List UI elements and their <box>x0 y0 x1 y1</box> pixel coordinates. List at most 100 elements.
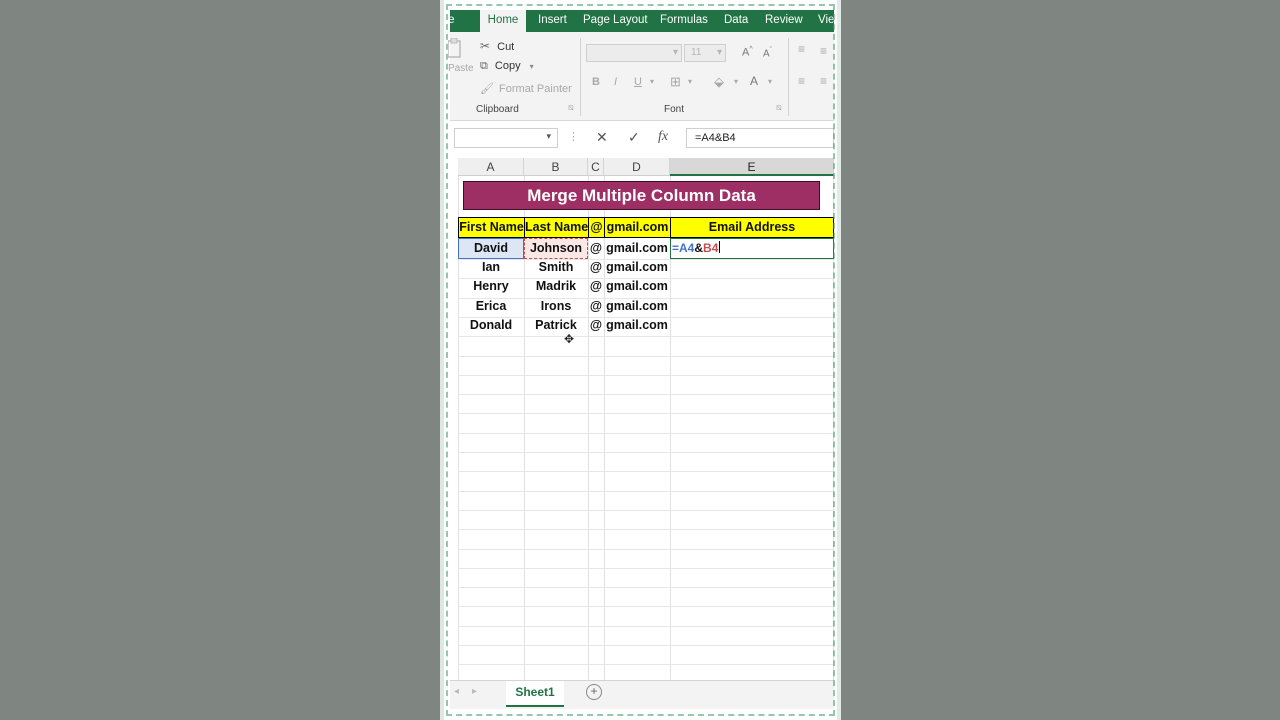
header-at[interactable]: @ <box>588 217 605 238</box>
shrink-font-button[interactable]: Aˇ <box>763 47 772 59</box>
gridline <box>458 510 834 511</box>
tab-formulas[interactable]: Formulas <box>660 10 708 32</box>
gridline <box>458 626 834 627</box>
font-size-combo[interactable]: 11 ▾ <box>684 44 726 62</box>
table-cell[interactable]: gmail.com <box>604 318 670 332</box>
gridline <box>458 549 834 550</box>
dialog-launcher-icon[interactable]: ⧅ <box>776 102 782 113</box>
formula-bar: ▾ ⋮ ✕ ✓ fx =A4&B4 <box>450 124 834 152</box>
formula-input[interactable]: =A4&B4 <box>686 128 834 148</box>
align-left-icon[interactable]: ≡ <box>798 74 805 88</box>
borders-icon[interactable]: ⊞ <box>670 74 681 90</box>
table-cell[interactable]: gmail.com <box>604 279 670 293</box>
align-top-icon[interactable]: ≡ <box>798 42 805 56</box>
fill-color-icon[interactable]: ⬙ <box>714 74 724 90</box>
column-header-e[interactable]: E <box>670 158 834 176</box>
font-name-combo[interactable]: ▾ <box>586 44 682 62</box>
table-cell[interactable]: Smith <box>524 260 588 274</box>
align-middle-icon[interactable]: ≡ <box>820 44 827 58</box>
table-cell[interactable]: gmail.com <box>604 299 670 313</box>
ribbon-separator <box>788 38 789 116</box>
table-cell[interactable]: Erica <box>458 299 524 313</box>
copy-icon: ⧉ <box>480 60 488 72</box>
header-email-address[interactable]: Email Address <box>670 217 834 238</box>
clipboard-icon <box>447 37 461 58</box>
table-cell[interactable]: @ <box>588 299 604 313</box>
chevron-down-icon: ▾ <box>672 47 678 58</box>
chevron-down-icon: ▾ <box>546 131 551 141</box>
gridline <box>458 375 834 376</box>
excel-window: File Home Insert Page Layout Formulas Da… <box>440 0 841 720</box>
header-first-name[interactable]: First Name <box>458 217 525 238</box>
add-sheet-button[interactable]: + <box>586 684 602 700</box>
font-color-button[interactable]: A <box>750 74 758 88</box>
table-cell[interactable]: Ian <box>458 260 524 274</box>
column-header-d[interactable]: D <box>604 158 670 176</box>
chevron-down-icon[interactable]: ▾ <box>688 77 692 86</box>
gridline <box>458 413 834 414</box>
table-cell[interactable]: @ <box>588 279 604 293</box>
cancel-icon[interactable]: ✕ <box>596 129 608 146</box>
table-cell[interactable]: gmail.com <box>604 260 670 274</box>
gridline <box>458 568 834 569</box>
sheet-tab-sheet1[interactable]: Sheet1 <box>506 681 564 707</box>
scroll-tabs-right-icon[interactable]: ▸ <box>472 686 477 697</box>
font-group-label: Font <box>664 104 685 115</box>
gridline <box>458 529 834 530</box>
header-last-name[interactable]: Last Name <box>524 217 589 238</box>
tab-file[interactable]: File <box>444 10 455 32</box>
column-header-a[interactable]: A <box>458 158 524 176</box>
table-cell[interactable]: @ <box>588 318 604 332</box>
table-cell[interactable]: gmail.com <box>604 241 670 255</box>
enter-icon[interactable]: ✓ <box>628 129 640 146</box>
cut-button[interactable]: ✂ Cut <box>480 39 514 53</box>
gridline <box>458 356 834 357</box>
bold-button[interactable]: B <box>592 76 600 88</box>
gridline <box>458 491 834 492</box>
chevron-down-icon[interactable]: ▾ <box>734 77 738 86</box>
table-cell[interactable]: Madrik <box>524 279 588 293</box>
table-cell[interactable]: @ <box>588 241 604 255</box>
grow-font-button[interactable]: A^ <box>742 46 753 59</box>
align-center-icon[interactable]: ≡ <box>820 74 827 88</box>
ribbon: Paste ✂ Cut ⧉ Copy ▾ 🖌 Format Painter Cl… <box>447 32 834 121</box>
column-header-b[interactable]: B <box>524 158 588 176</box>
gridline <box>458 433 834 434</box>
tab-view[interactable]: View <box>818 10 837 32</box>
table-cell[interactable]: David <box>458 241 524 255</box>
table-cell[interactable]: Donald <box>458 318 524 332</box>
table-cell[interactable]: Henry <box>458 279 524 293</box>
tab-data[interactable]: Data <box>724 10 748 32</box>
tab-page-layout[interactable]: Page Layout <box>583 10 648 32</box>
paintbrush-icon: 🖌 <box>480 83 494 95</box>
header-domain[interactable]: gmail.com <box>604 217 671 238</box>
table-cell[interactable]: Irons <box>524 299 588 313</box>
ribbon-separator <box>580 38 581 116</box>
column-header-c[interactable]: C <box>588 158 604 176</box>
name-box[interactable]: ▾ <box>454 128 558 148</box>
cell-e4-formula[interactable]: =A4&B4 <box>672 241 721 255</box>
chevron-down-icon: ▾ <box>529 62 534 71</box>
chevron-down-icon[interactable]: ▾ <box>768 77 772 86</box>
chevron-down-icon: ▾ <box>716 47 722 58</box>
tab-review[interactable]: Review <box>765 10 803 32</box>
insert-function-button[interactable]: fx <box>658 129 668 145</box>
worksheet-grid[interactable]: A B C D E Merge Multiple Column Data Fir… <box>450 156 834 680</box>
table-cell[interactable]: Johnson <box>524 241 588 255</box>
scroll-tabs-left-icon[interactable]: ◂ <box>454 686 459 697</box>
paste-label: Paste <box>448 63 474 74</box>
sheet-title[interactable]: Merge Multiple Column Data <box>463 181 820 210</box>
italic-button[interactable]: I <box>614 76 617 88</box>
scissors-icon: ✂ <box>480 39 491 53</box>
underline-button[interactable]: U <box>634 76 642 88</box>
tab-insert[interactable]: Insert <box>538 10 567 32</box>
table-cell[interactable]: @ <box>588 260 604 274</box>
copy-button[interactable]: ⧉ Copy ▾ <box>480 60 534 73</box>
table-cell[interactable]: Patrick <box>524 318 588 332</box>
gridline <box>458 452 834 453</box>
paste-button[interactable]: Paste <box>447 37 474 74</box>
dialog-launcher-icon[interactable]: ⧅ <box>568 102 574 113</box>
more-options-icon[interactable]: ⋮ <box>568 130 579 143</box>
format-painter-button[interactable]: 🖌 Format Painter <box>480 82 572 95</box>
chevron-down-icon[interactable]: ▾ <box>650 77 654 86</box>
